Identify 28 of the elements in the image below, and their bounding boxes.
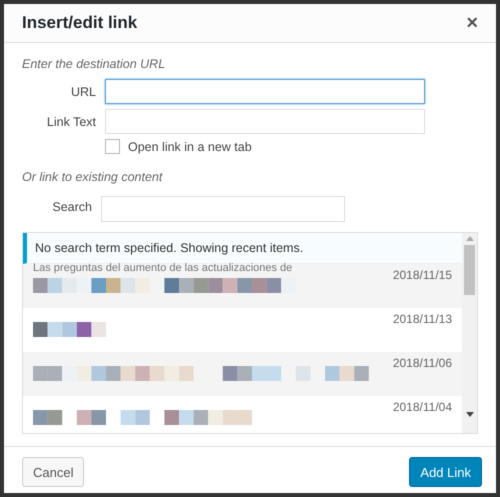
link-text-field[interactable]: [105, 109, 425, 134]
result-date: 2018/11/15: [392, 268, 452, 282]
add-link-button[interactable]: Add Link: [409, 457, 482, 487]
result-title: Las preguntas del aumento de las actualizaciones de: [33, 262, 294, 274]
url-field[interactable]: [105, 79, 425, 104]
checkbox-label: Open link in a new tab: [128, 140, 252, 154]
checkbox[interactable]: [105, 139, 120, 154]
result-date: 2018/11/13: [392, 312, 452, 326]
section-heading: Or link to existing content: [22, 170, 164, 184]
notice-message: No search term specified. Showing recent items.: [23, 233, 462, 264]
field-label: Search: [51, 200, 92, 214]
field-label: URL: [70, 84, 96, 98]
scroll-up-icon[interactable]: [466, 236, 474, 241]
cancel-button[interactable]: Cancel: [22, 457, 84, 487]
search-field[interactable]: [101, 196, 345, 222]
result-item[interactable]: Las preguntas del aumento de las actualizaciones de 2018/11/15: [23, 264, 462, 308]
result-item[interactable]: 2018/11/04: [23, 396, 462, 433]
dialog-title: Insert/edit link: [22, 13, 138, 33]
scrollbar[interactable]: [462, 233, 477, 433]
result-date: 2018/11/04: [392, 400, 452, 414]
scroll-down-icon[interactable]: [466, 412, 474, 417]
close-button[interactable]: ×: [462, 12, 482, 34]
result-item[interactable]: 2018/11/06: [23, 352, 462, 396]
field-label: Link Text: [46, 114, 96, 128]
result-date: 2018/11/06: [392, 356, 452, 370]
result-item[interactable]: 2018/11/13: [23, 308, 462, 352]
section-heading: Enter the destination URL: [22, 57, 166, 71]
scrollbar-thumb[interactable]: [464, 245, 475, 295]
